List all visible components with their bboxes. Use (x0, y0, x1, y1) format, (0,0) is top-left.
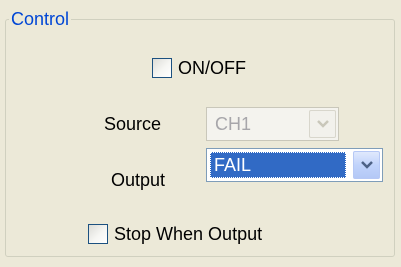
output-select[interactable]: FAIL (206, 148, 383, 182)
control-group-title: Control (9, 8, 72, 30)
chevron-down-icon (317, 120, 329, 128)
stop-when-output-checkbox[interactable] (88, 224, 108, 244)
output-select-value: FAIL (210, 152, 346, 178)
source-dropdown-button[interactable] (309, 110, 336, 138)
source-select-value: CH1 (215, 114, 252, 134)
source-label: Source (104, 114, 162, 134)
chevron-down-icon (361, 161, 373, 169)
on-off-label[interactable]: ON/OFF (178, 57, 246, 79)
source-select[interactable]: CH1 (206, 107, 339, 141)
output-label: Output (111, 170, 166, 190)
on-off-checkbox[interactable] (152, 58, 172, 78)
output-dropdown-button[interactable] (353, 151, 380, 179)
stop-when-output-label[interactable]: Stop When Output (114, 223, 262, 245)
